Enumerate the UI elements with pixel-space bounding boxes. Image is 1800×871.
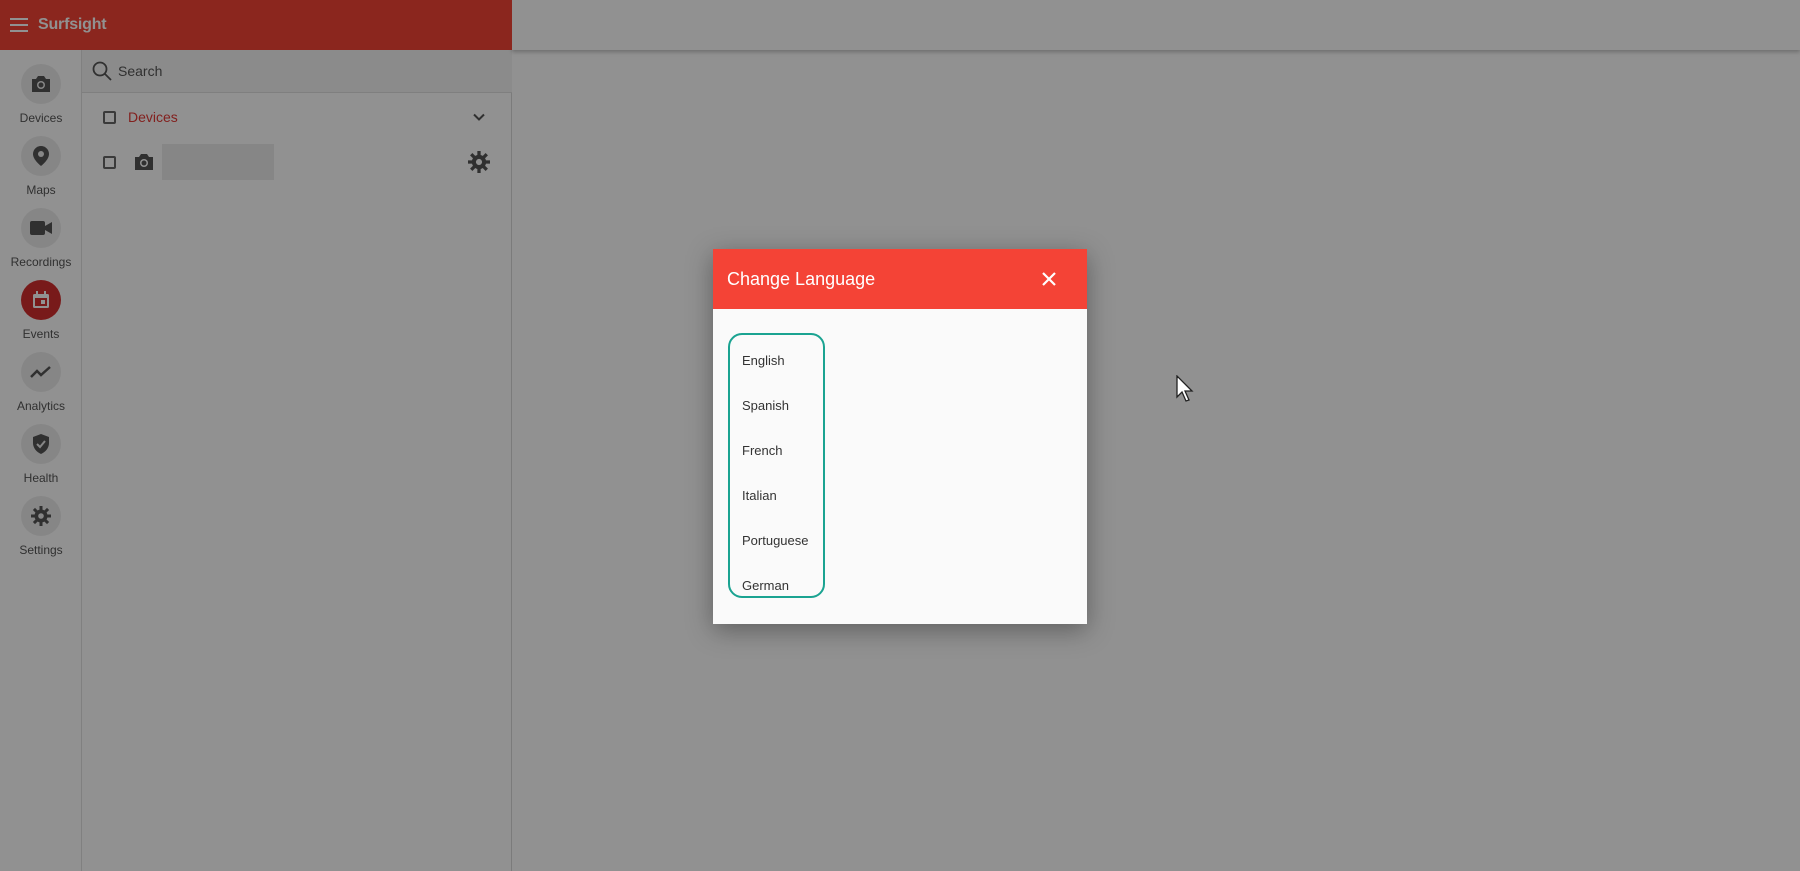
dialog-title: Change Language [727,268,876,289]
change-language-dialog: Change Language English Spanish French I… [713,249,1087,624]
dialog-header: Change Language [713,249,1087,309]
language-option-french[interactable]: French [730,428,823,473]
language-option-spanish[interactable]: Spanish [730,383,823,428]
language-option-portuguese[interactable]: Portuguese [730,518,823,563]
close-icon[interactable] [1039,269,1059,289]
mouse-cursor-icon [1176,375,1194,402]
language-option-italian[interactable]: Italian [730,473,823,518]
language-option-english[interactable]: English [730,338,823,383]
language-option-german[interactable]: German [730,563,823,608]
language-list: English Spanish French Italian Portugues… [728,333,825,598]
